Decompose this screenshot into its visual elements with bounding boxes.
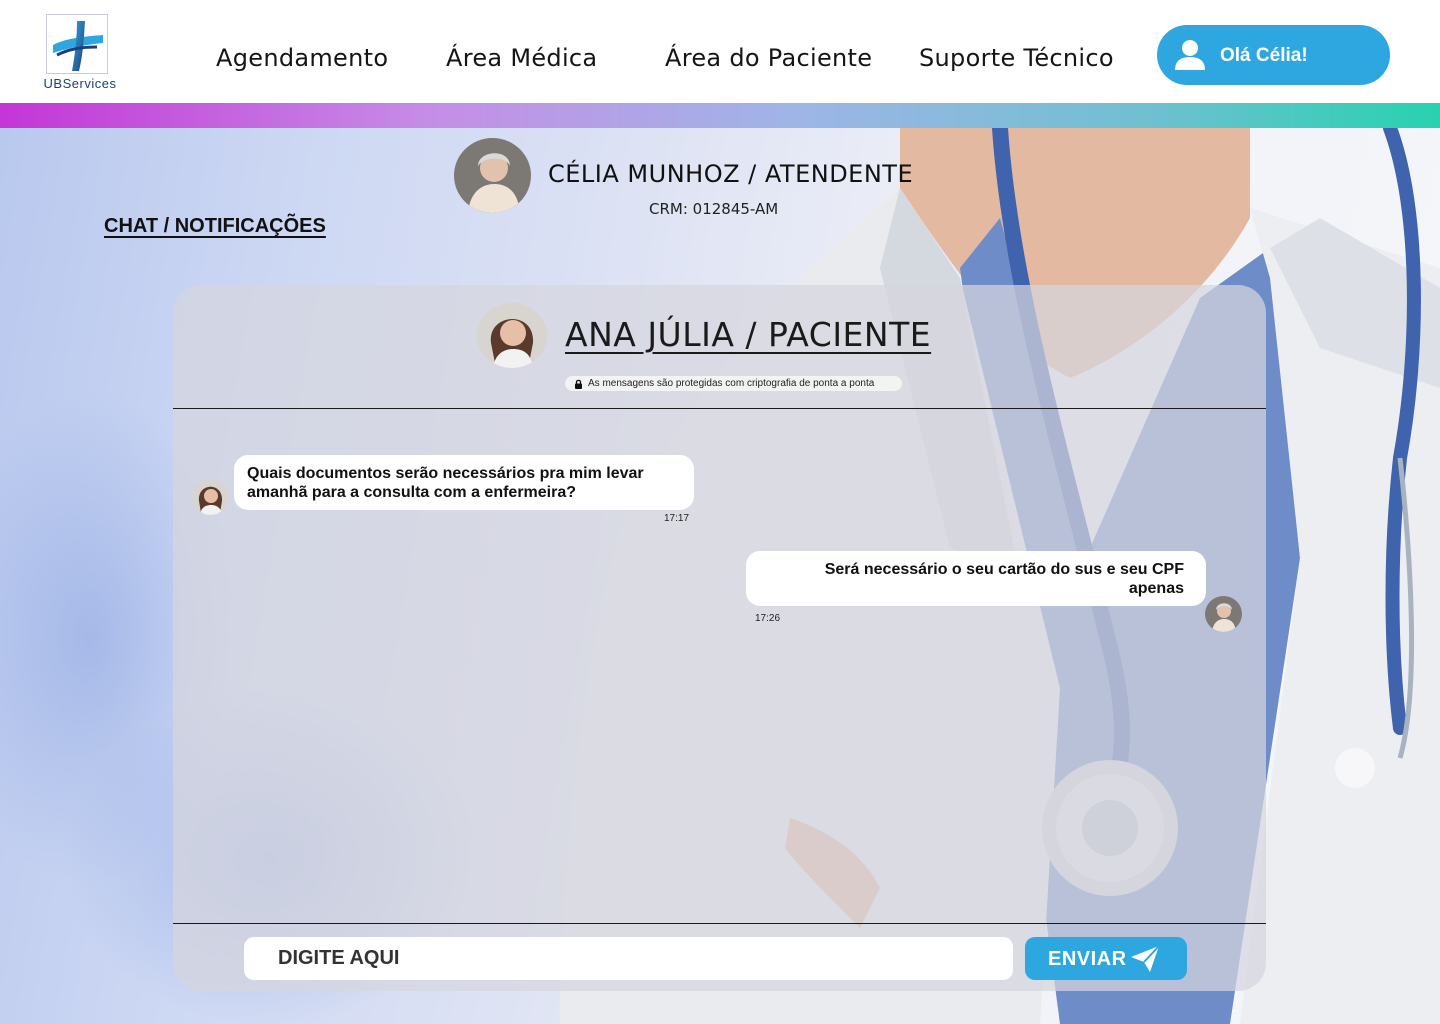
nav-suporte-tecnico[interactable]: Suporte Técnico [919,44,1114,72]
send-button-label: ENVIAR [1048,948,1127,970]
logo-text: UBServices [43,76,117,91]
message-input-wrapper [244,937,1013,980]
user-icon [1173,38,1207,72]
top-header: UBServices Agendamento Área Médica Área … [0,0,1440,103]
nav-agendamento[interactable]: Agendamento [216,44,388,72]
chat-footer-divider [173,923,1266,924]
message-avatar-patient [192,479,229,515]
message-avatar-attendant [1205,596,1242,632]
attendant-name: CÉLIA MUNHOZ / ATENDENTE [548,160,914,188]
encryption-notice: As mensagens são protegidas com criptogr… [565,376,902,391]
section-title-chat-notificacoes[interactable]: CHAT / NOTIFICAÇÕES [104,215,326,238]
chat-header-divider [173,408,1266,409]
patient-avatar[interactable] [477,303,547,368]
patient-name[interactable]: ANA JÚLIA / PACIENTE [565,315,931,354]
attendant-avatar[interactable] [454,138,531,213]
message-bubble-outgoing: Será necessário o seu cartão do sus e se… [746,551,1206,606]
nav-area-medica[interactable]: Área Médica [446,44,597,72]
message-bubble-incoming: Quais documentos serão necessários pra m… [234,455,694,510]
user-greeting-button[interactable]: Olá Célia! [1157,25,1390,85]
lock-icon [575,379,582,389]
chat-panel: ANA JÚLIA / PACIENTE As mensagens são pr… [173,285,1266,991]
message-time-incoming: 17:17 [664,513,690,524]
message-input[interactable] [244,937,1013,980]
paper-plane-icon [1131,945,1160,972]
nav-area-do-paciente[interactable]: Área do Paciente [665,44,872,72]
message-time-outgoing: 17:26 [755,613,781,624]
attendant-crm: CRM: 012845-AM [649,200,779,218]
user-greeting-label: Olá Célia! [1220,45,1308,66]
logo-cross-icon [46,14,108,74]
ubservices-logo[interactable]: UBServices [34,14,126,94]
send-button[interactable]: ENVIAR [1025,937,1187,980]
header-gradient-bar [0,103,1440,128]
encryption-notice-text: As mensagens são protegidas com criptogr… [588,378,875,389]
